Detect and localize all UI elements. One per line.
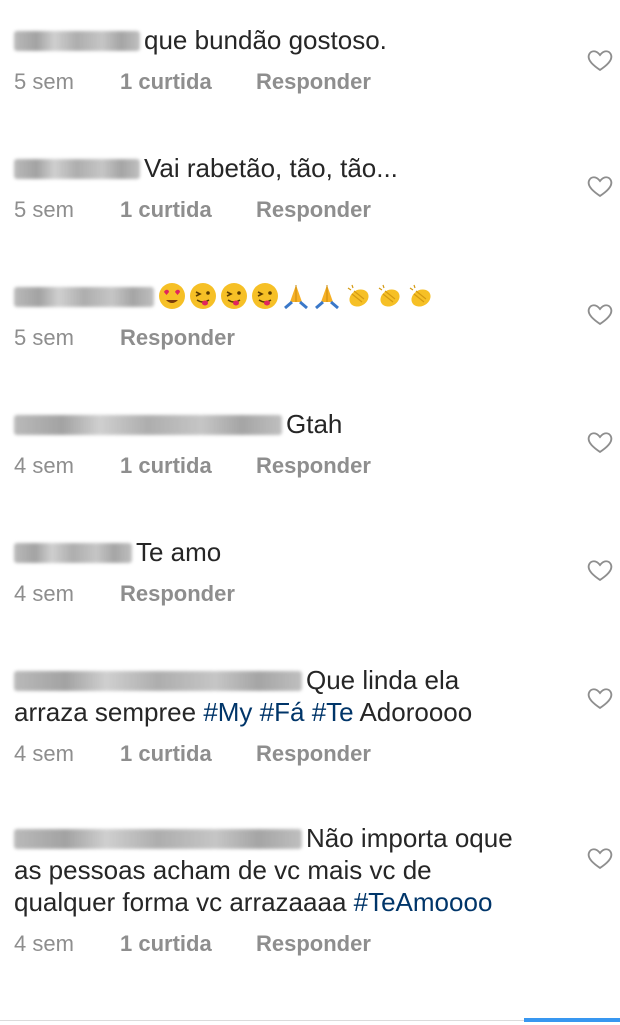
reply-button[interactable]: Responder [256,931,371,956]
comment-time: 5 sem [14,325,74,350]
comment-meta: 5 sem 1 curtida Responder [14,196,614,224]
comment-time: 4 sem [14,931,74,956]
clapping-hands-emoji [347,284,369,307]
username-blurred[interactable] [14,287,154,307]
folded-hands-emoji [315,285,339,310]
comment-time: 4 sem [14,581,74,606]
scroll-indicator [524,1018,620,1022]
comment-time: 4 sem [14,741,74,766]
heart-outline-icon[interactable] [586,684,614,712]
comment-text: Vai rabetão, tão, tão... [14,152,534,184]
reply-button[interactable]: Responder [256,453,371,478]
clapping-hands-emoji [378,284,400,307]
folded-hands-emoji [284,285,308,310]
comment-item: Te amo 4 sem Responder [14,536,614,608]
username-blurred[interactable] [14,829,302,849]
comment-text: Gtah [14,408,534,440]
comment-meta: 5 sem Responder [14,324,614,352]
hashtag-link[interactable]: #Fá [260,697,305,727]
comment-time: 5 sem [14,197,74,222]
heart-outline-icon[interactable] [586,844,614,872]
heart-outline-icon[interactable] [586,428,614,456]
comment-text: que bundão gostoso. [14,24,534,56]
comment-text: Te amo [14,536,534,568]
comment-meta: 5 sem 1 curtida Responder [14,68,614,96]
like-count[interactable]: 1 curtida [120,452,256,480]
clapping-hands-emoji [409,284,431,307]
reply-button[interactable]: Responder [256,741,371,766]
comment-meta: 4 sem Responder [14,580,614,608]
like-count[interactable]: 1 curtida [120,196,256,224]
heart-eyes-emoji [159,283,185,309]
like-count[interactable]: 1 curtida [120,68,256,96]
heart-outline-icon[interactable] [586,172,614,200]
comment-text: Que linda ela arraza sempree #My #Fá #Te… [14,665,473,727]
reply-button[interactable]: Responder [120,581,235,606]
comment-time: 5 sem [14,69,74,94]
username-blurred[interactable] [14,671,302,691]
comment-text [14,280,534,312]
comment-meta: 4 sem 1 curtida Responder [14,452,614,480]
comment-time: 4 sem [14,453,74,478]
winking-tongue-emoji [190,283,216,309]
reply-button[interactable]: Responder [256,197,371,222]
username-blurred[interactable] [14,543,132,563]
reply-button[interactable]: Responder [256,69,371,94]
hashtag-link[interactable]: #My [203,697,252,727]
heart-outline-icon[interactable] [586,46,614,74]
comment-item: que bundão gostoso. 5 sem 1 curtida Respon… [14,24,614,96]
like-count[interactable]: 1 curtida [120,740,256,768]
hashtag-link[interactable]: #TeAmoooo [354,887,493,917]
winking-tongue-emoji [252,283,278,309]
like-count[interactable]: 1 curtida [120,930,256,958]
comment-item: Não importa oque as pessoas acham de vc … [14,822,614,958]
comment-item: 5 sem Responder [14,280,614,352]
comment-item: Que linda ela arraza sempree #My #Fá #Te… [14,664,614,768]
username-blurred[interactable] [14,159,140,179]
comment-item: Vai rabetão, tão, tão... 5 sem 1 curtida R… [14,152,614,224]
winking-tongue-emoji [221,283,247,309]
comment-meta: 4 sem 1 curtida Responder [14,740,614,768]
username-blurred[interactable] [14,31,140,51]
comment-meta: 4 sem 1 curtida Responder [14,930,614,958]
heart-outline-icon[interactable] [586,300,614,328]
heart-outline-icon[interactable] [586,556,614,584]
reply-button[interactable]: Responder [120,325,235,350]
comment-item: Gtah 4 sem 1 curtida Responder [14,408,614,480]
hashtag-link[interactable]: #Te [312,697,354,727]
username-blurred[interactable] [14,415,282,435]
comment-text: Não importa oque as pessoas acham de vc … [14,823,513,917]
